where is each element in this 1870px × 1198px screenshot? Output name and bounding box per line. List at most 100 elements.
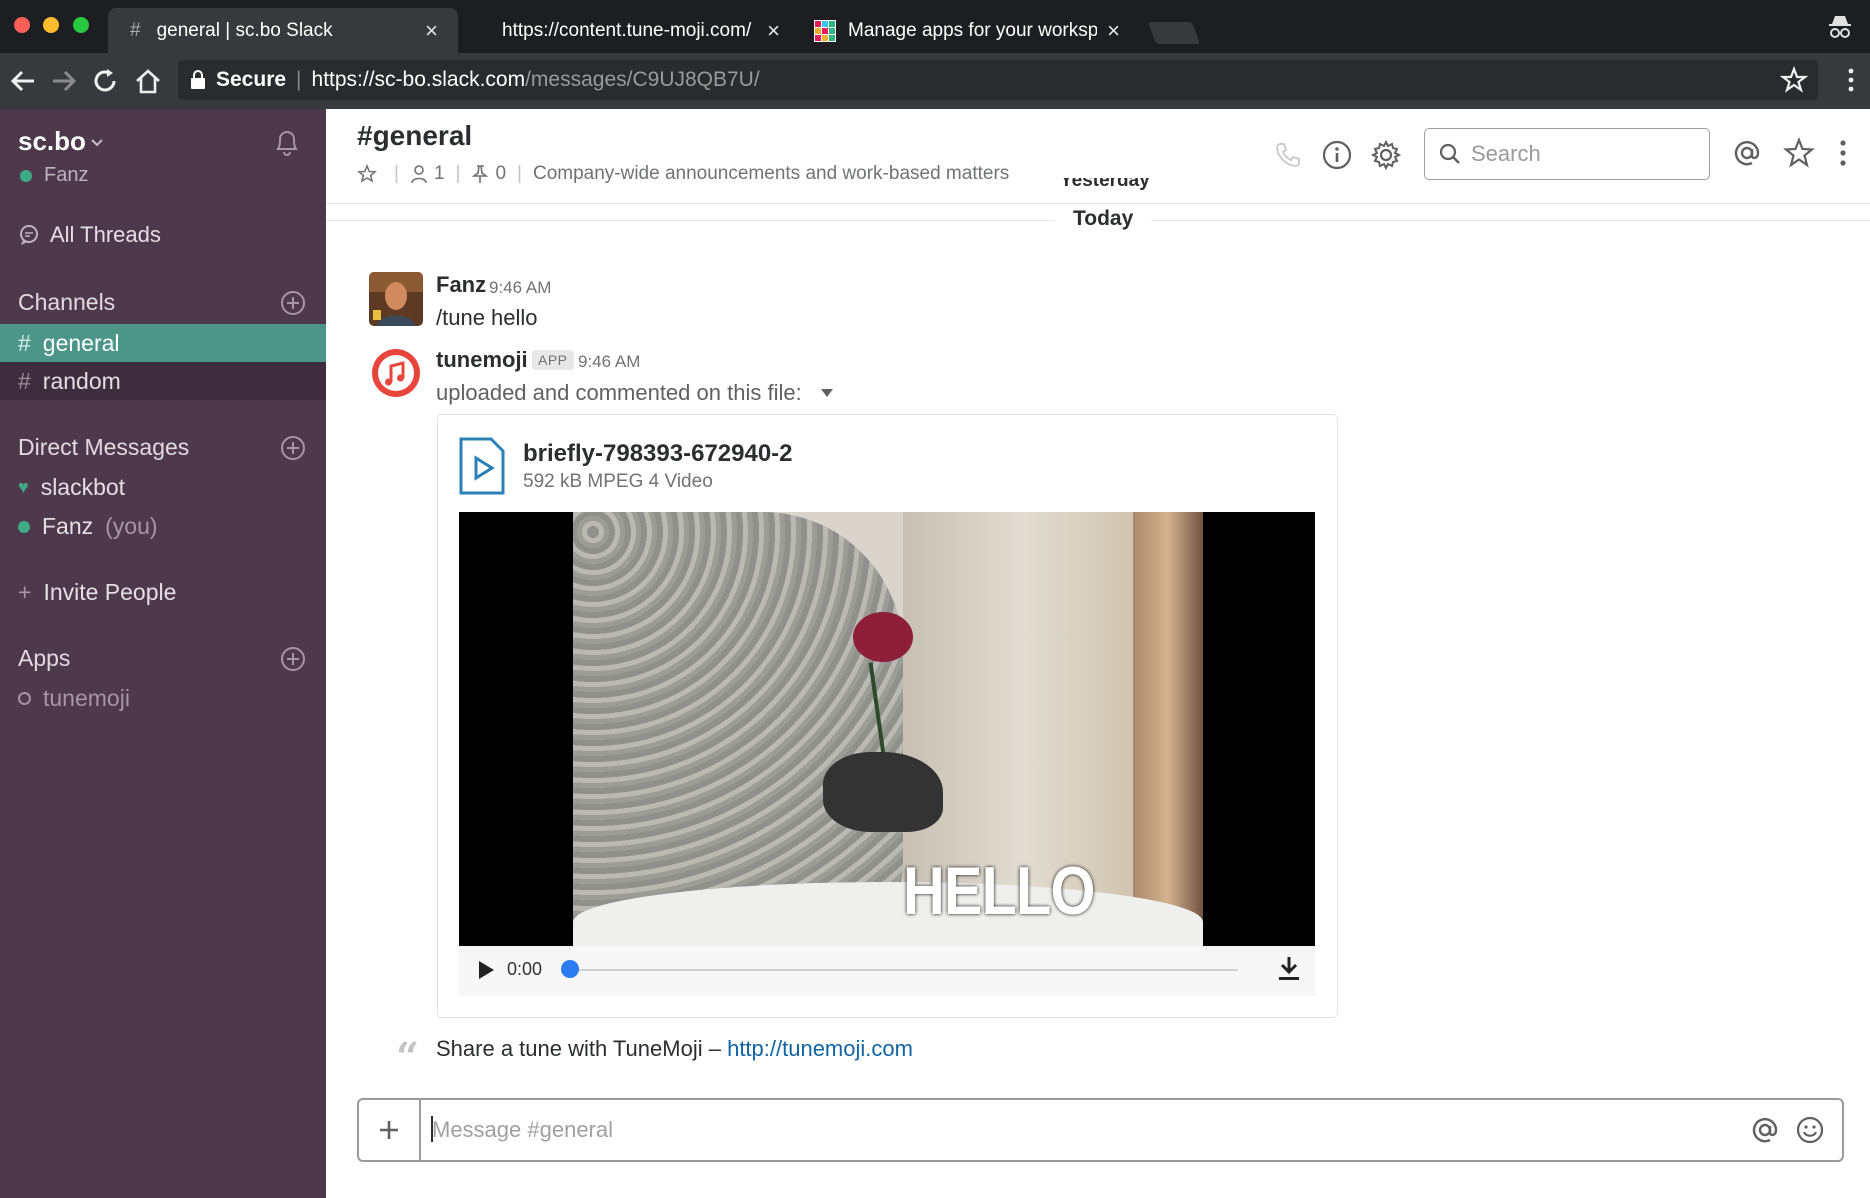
meta-divider: | [394,163,399,184]
tab-label: general | sc.bo Slack [156,19,333,41]
phone-icon[interactable] [1272,139,1304,171]
message-author[interactable]: Fanz [436,272,486,298]
sidebar-item-slackbot[interactable]: ♥ slackbot [18,474,125,501]
home-icon[interactable] [133,66,163,96]
hash-icon: # [18,329,31,356]
emoji-icon[interactable] [1795,1115,1825,1145]
tab-label: Manage apps for your workspa [848,19,1098,41]
message-author[interactable]: tunemoji [436,347,528,373]
play-icon[interactable] [476,959,496,981]
browser-tab-tunemoji-content[interactable]: https://content.tune-moji.com/ × [480,8,800,53]
text-cursor [431,1116,433,1142]
heart-icon: ♥ [18,477,29,497]
bell-icon[interactable] [272,126,302,158]
current-user[interactable]: Fanz [20,164,88,187]
reload-icon[interactable] [90,66,120,96]
tunemoji-logo-icon [372,349,420,397]
add-app-icon[interactable] [280,646,306,672]
channel-meta: | 1 | 0 | Company-wide announcements and… [357,163,1009,185]
threads-icon [20,225,38,245]
avatar[interactable] [369,272,423,326]
channels-heading[interactable]: Channels [18,289,115,316]
composer-plus-button[interactable] [359,1100,421,1160]
video-player[interactable]: HELLO [459,512,1315,946]
tunemoji-link[interactable]: http://tunemoji.com [727,1036,913,1061]
invite-people-link[interactable]: + Invite People [18,579,176,606]
chevron-down-icon[interactable] [90,135,104,149]
browser-tab-slack-general[interactable]: # general | sc.bo Slack × [108,8,458,53]
message-timestamp[interactable]: 9:46 AM [489,278,551,298]
message-input[interactable] [432,1114,1732,1146]
address-bar[interactable]: Secure | https://sc-bo.slack.com/message… [178,60,1818,100]
browser-menu-icon[interactable] [1846,66,1856,94]
file-name[interactable]: briefly-798393-672940-2 [523,440,793,468]
avatar[interactable] [369,346,423,400]
gear-icon[interactable] [1370,139,1402,171]
video-caption: HELLO [903,853,1095,929]
pin-count[interactable]: 0 [495,163,506,185]
video-file-icon[interactable] [458,436,506,496]
search-placeholder: Search [1471,141,1541,166]
star-icon[interactable] [357,164,377,184]
caret-down-icon[interactable] [820,388,834,398]
back-arrow-icon[interactable] [8,66,38,96]
team-name[interactable]: sc.bo [18,126,86,157]
seek-bar[interactable] [570,969,1238,971]
video-controls [459,946,1315,996]
add-dm-icon[interactable] [280,435,306,461]
header-divider [326,203,1870,204]
window-minimize-button[interactable] [43,17,59,33]
more-vertical-icon[interactable] [1838,137,1848,169]
channel-label: general [42,329,120,356]
browser-tab-manage-apps[interactable]: Manage apps for your workspa × [802,8,1140,53]
url-host: https://sc-bo.slack.com [311,68,526,91]
video-scene-side [1133,512,1203,946]
all-threads-link[interactable]: All Threads [18,222,161,248]
sidebar-item-random[interactable]: # random [0,362,326,400]
slack-favicon-icon [814,19,836,42]
dm-you-suffix: (you) [105,513,158,539]
incognito-icon [1829,16,1851,38]
window-close-button[interactable] [14,17,30,33]
all-threads-label: All Threads [50,222,161,247]
search-icon [1439,143,1460,164]
hash-icon: # [130,19,141,41]
channel-title[interactable]: #general [357,120,472,152]
new-tab-button[interactable] [1147,22,1201,44]
download-icon[interactable] [1276,955,1302,983]
starred-items-icon[interactable] [1783,137,1815,169]
channel-label: random [42,367,121,394]
tab-close-icon[interactable]: × [767,18,780,44]
sidebar-item-general[interactable]: # general [0,324,326,362]
bookmark-star-icon[interactable] [1780,66,1808,94]
day-divider-today[interactable]: Today [1055,207,1152,231]
window-zoom-button[interactable] [73,17,89,33]
apps-heading[interactable]: Apps [18,645,70,672]
user-name: Fanz [44,164,89,186]
direct-messages-heading[interactable]: Direct Messages [18,434,189,461]
info-icon[interactable] [1321,139,1353,171]
message-text: uploaded and commented on this file: [436,380,802,405]
member-icon[interactable] [410,164,428,184]
tab-close-icon[interactable]: × [1107,18,1120,44]
seek-thumb[interactable] [561,960,579,978]
mentions-icon[interactable] [1731,137,1763,169]
browser-tab-bar: # general | sc.bo Slack × https://conten… [0,0,1870,53]
member-count[interactable]: 1 [434,163,445,185]
app-badge: APP [532,350,574,370]
attachment-label: Share a tune with TuneMoji – [436,1036,721,1061]
channel-purpose[interactable]: Company-wide announcements and work-base… [533,163,1009,185]
add-channel-icon[interactable] [280,290,306,316]
pin-icon[interactable] [471,164,489,184]
dm-label: slackbot [40,474,126,500]
mention-icon[interactable] [1750,1115,1780,1145]
quote-icon: “ [396,1034,420,1081]
forward-arrow-icon[interactable] [49,66,79,96]
meta-divider: | [455,163,461,184]
sidebar-item-tunemoji[interactable]: tunemoji [18,685,130,712]
tab-close-icon[interactable]: × [425,18,438,44]
sidebar-item-fanz[interactable]: Fanz (you) [18,513,158,540]
message-timestamp[interactable]: 9:46 AM [578,352,640,372]
video-scene-flower [853,612,913,662]
search-input[interactable]: Search [1424,128,1710,180]
